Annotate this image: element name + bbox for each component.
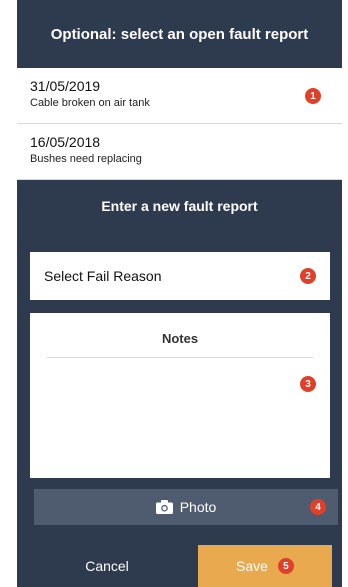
step-badge-2: 2	[300, 268, 316, 284]
notes-field[interactable]: Notes 3	[30, 313, 330, 478]
open-reports-header: Optional: select an open fault report	[17, 0, 342, 68]
notes-label: Notes	[161, 331, 199, 346]
step-badge-4: 4	[310, 499, 326, 515]
photo-button[interactable]: Photo 4	[34, 489, 338, 525]
step-badge-3: 3	[300, 376, 316, 392]
notes-divider	[47, 357, 313, 358]
report-description: Bushes need replacing	[30, 153, 142, 165]
save-button[interactable]: Save 5	[198, 545, 332, 587]
fail-reason-label: Select Fail Reason	[44, 268, 162, 284]
step-badge-5: 5	[277, 558, 294, 574]
camera-icon	[155, 500, 173, 514]
open-reports-title: Optional: select an open fault report	[50, 25, 309, 43]
step-badge-1: 1	[305, 88, 321, 104]
cancel-button[interactable]: Cancel	[47, 545, 167, 587]
cancel-label: Cancel	[85, 558, 129, 574]
report-item[interactable]: 31/05/2019 Cable broken on air tank 1	[17, 68, 342, 124]
save-label: Save	[236, 558, 268, 574]
report-date: 31/05/2019	[30, 78, 101, 94]
photo-label: Photo	[179, 499, 217, 515]
report-description: Cable broken on air tank	[30, 97, 150, 109]
report-date: 16/05/2018	[30, 134, 101, 150]
fault-report-screen: Optional: select an open fault report 31…	[17, 0, 342, 587]
report-item[interactable]: 16/05/2018 Bushes need replacing	[17, 124, 342, 180]
new-report-title: Enter a new fault report	[17, 180, 342, 232]
new-report-title-text: Enter a new fault report	[101, 198, 258, 214]
fail-reason-select[interactable]: Select Fail Reason 2	[30, 252, 330, 300]
